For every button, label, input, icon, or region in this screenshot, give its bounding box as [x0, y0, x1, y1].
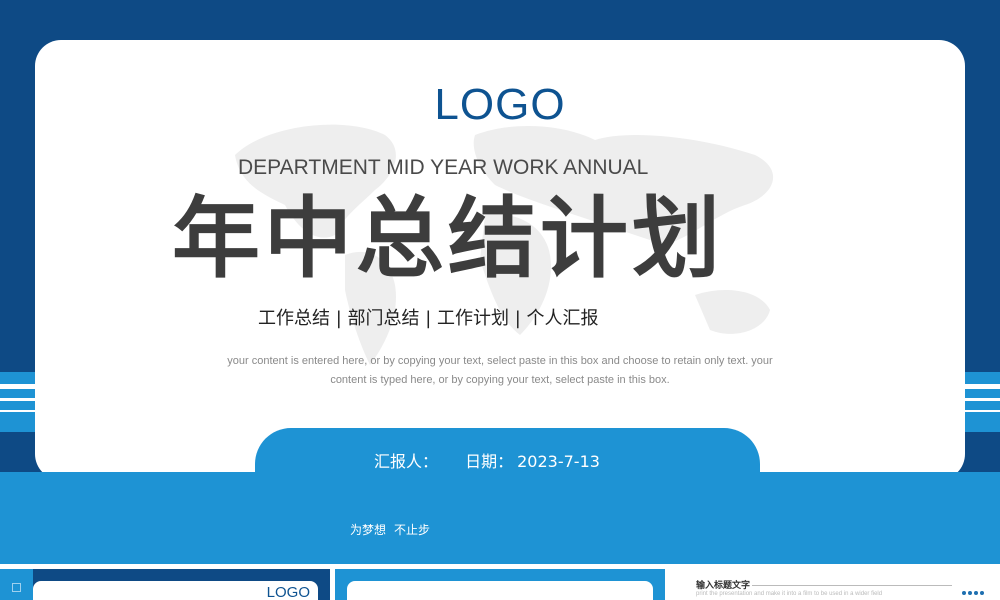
date-value: 2023-7-13: [517, 452, 600, 471]
reporter-label: 汇报人：: [374, 452, 439, 471]
date-label: 日期：: [465, 452, 514, 471]
thumb-card: [347, 581, 653, 600]
thumb-subtitle: print the presentation and make it into …: [696, 591, 883, 597]
thumb-title: 输入标题文字: [696, 581, 751, 591]
description-line-2: content is typed here, or by copying you…: [330, 374, 670, 386]
slide-thumbnails: LOGO 输入标题文字 print the presentation and m…: [0, 564, 1000, 600]
slide-thumbnail-3[interactable]: 输入标题文字 print the presentation and make i…: [670, 569, 1000, 600]
slide-thumbnail-1[interactable]: LOGO: [0, 569, 330, 600]
main-title: 年中总结计划: [172, 187, 725, 290]
subtitle-english: DEPARTMENT MID YEAR WORK ANNUAL: [238, 156, 649, 179]
thumb-strip: [0, 569, 33, 600]
thumb-logo: LOGO: [266, 584, 310, 600]
slogan: 为梦想 不止步: [350, 521, 438, 538]
tag-line: 工作总结 | 部门总结 | 工作计划 | 个人汇报: [258, 308, 599, 329]
dots-icon: [962, 580, 986, 599]
slogan-part-1: 为梦想: [350, 523, 387, 537]
thumb-divider: [752, 585, 952, 586]
description-line-1: your content is entered here, or by copy…: [227, 355, 773, 367]
reporter-info: 汇报人： 日期： 2023-7-13: [374, 448, 622, 472]
description: your content is entered here, or by copy…: [0, 352, 1000, 390]
slogan-part-2: 不止步: [394, 523, 431, 537]
square-icon: [12, 583, 21, 592]
logo-text: LOGO: [434, 80, 566, 129]
slide-thumbnail-2[interactable]: [335, 569, 665, 600]
